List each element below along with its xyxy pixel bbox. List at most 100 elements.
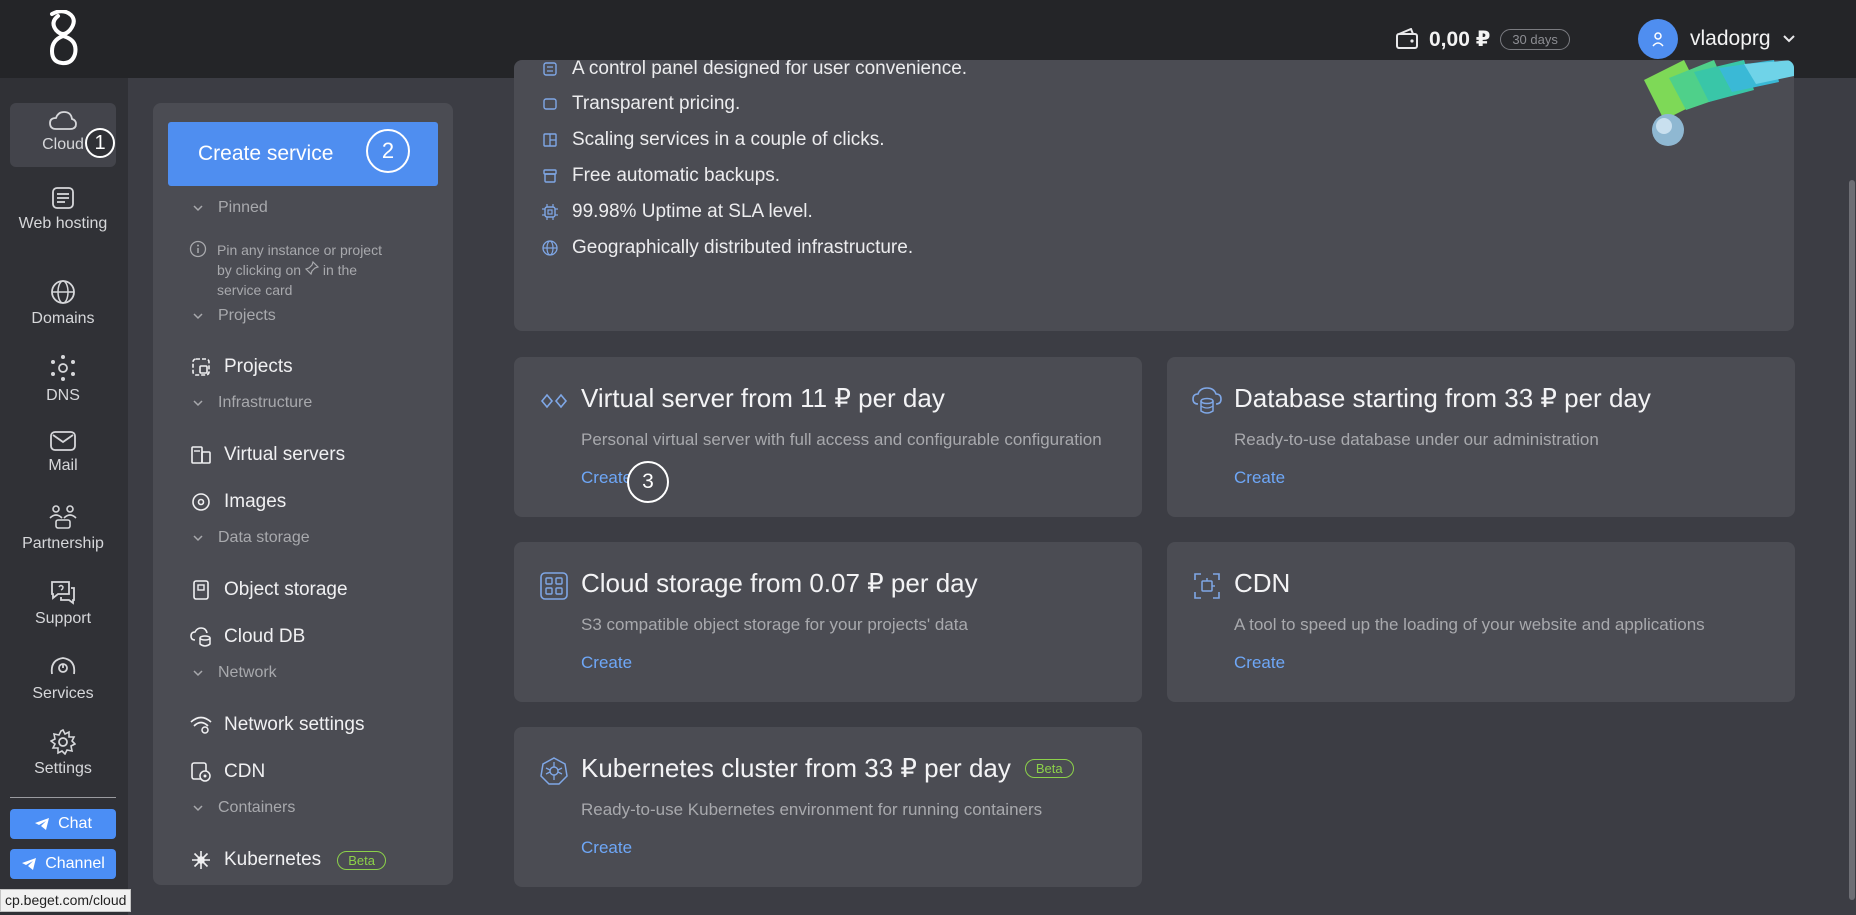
chevron-down-icon bbox=[1782, 35, 1795, 43]
menu-item-kubernetes[interactable]: Kubernetes Beta bbox=[190, 846, 386, 874]
telegram-icon bbox=[22, 858, 37, 870]
mail-icon bbox=[50, 431, 76, 451]
nav-item-partnership[interactable]: Partnership bbox=[10, 504, 116, 553]
card-virtual-server: Virtual server from 11 ₽ per day Persona… bbox=[514, 357, 1142, 517]
kubernetes-icon bbox=[192, 851, 210, 869]
card-description: S3 compatible object storage for your pr… bbox=[581, 615, 968, 634]
feature-item: 99.98% Uptime at SLA level. bbox=[542, 201, 813, 223]
menu-label: Network settings bbox=[224, 714, 365, 735]
nav-item-dns[interactable]: DNS bbox=[10, 354, 116, 405]
step-callout-3: 3 bbox=[627, 461, 669, 503]
partnership-icon bbox=[49, 505, 77, 529]
chat-label: Chat bbox=[58, 815, 92, 832]
nav-item-support[interactable]: Support bbox=[10, 579, 116, 628]
section-label: Infrastructure bbox=[218, 394, 313, 411]
projects-icon bbox=[192, 358, 210, 376]
chevron-down-icon bbox=[193, 804, 203, 811]
wallet-icon bbox=[1396, 28, 1418, 49]
infinity-icon bbox=[540, 393, 568, 409]
create-cdn-link[interactable]: Create bbox=[1234, 653, 1285, 673]
network-icon bbox=[190, 716, 212, 734]
support-icon bbox=[51, 581, 75, 605]
chip-icon bbox=[542, 204, 558, 220]
nav-item-domains[interactable]: Domains bbox=[10, 279, 116, 328]
card-description: Personal virtual server with full access… bbox=[581, 430, 1102, 449]
card-title: CDN bbox=[1234, 568, 1291, 598]
beta-badge: Beta bbox=[1024, 759, 1074, 778]
cdn-icon bbox=[191, 762, 211, 782]
nav-divider bbox=[10, 797, 116, 798]
card-title: Cloud storage from 0.07 ₽ per day bbox=[581, 568, 978, 598]
cloud-icon bbox=[49, 111, 77, 130]
balance-widget[interactable]: 0,00 ₽ 30 days bbox=[1395, 24, 1570, 54]
menu-label: Virtual servers bbox=[224, 444, 346, 465]
feature-text: 99.98% Uptime at SLA level. bbox=[572, 201, 813, 222]
menu-label: Object storage bbox=[224, 579, 348, 600]
chevron-down-icon bbox=[193, 312, 203, 319]
nav-label-web-hosting: Web hosting bbox=[18, 215, 108, 232]
wallet-icon bbox=[543, 98, 557, 110]
database-icon bbox=[1192, 387, 1222, 414]
card-database: Database starting from 33 ₽ per day Read… bbox=[1167, 357, 1795, 517]
channel-button[interactable]: Channel bbox=[10, 849, 116, 879]
nav-item-settings[interactable]: Settings bbox=[10, 729, 116, 778]
menu-item-cloud-db[interactable]: Cloud DB bbox=[190, 623, 305, 651]
create-vps-link[interactable]: Create bbox=[581, 468, 632, 488]
menu-item-object-storage[interactable]: Object storage bbox=[190, 576, 348, 604]
menu-item-cdn[interactable]: CDN bbox=[190, 758, 265, 786]
dns-icon bbox=[51, 355, 75, 381]
telegram-icon bbox=[35, 818, 50, 830]
storage-icon bbox=[193, 580, 209, 600]
section-label: Containers bbox=[218, 799, 296, 816]
chevron-down-icon bbox=[193, 204, 203, 211]
card-kubernetes: Kubernetes cluster from 33 ₽ per day Bet… bbox=[514, 727, 1142, 887]
nav-item-web-hosting[interactable]: Web hosting bbox=[10, 186, 116, 233]
cloud-db-icon bbox=[190, 627, 211, 647]
section-label: Data storage bbox=[218, 529, 310, 546]
nav-item-services[interactable]: Services bbox=[10, 654, 116, 703]
scrollbar-thumb[interactable] bbox=[1849, 180, 1855, 900]
feature-text: Geographically distributed infrastructur… bbox=[572, 237, 914, 258]
beta-badge: Beta bbox=[337, 850, 386, 870]
left-nav: Cloud Web hosting Domains DNS Mail Partn… bbox=[0, 78, 128, 915]
feature-item: Free automatic backups. bbox=[542, 165, 780, 187]
chevron-down-icon bbox=[193, 534, 203, 541]
user-menu[interactable]: vladoprg bbox=[1638, 18, 1795, 60]
web-hosting-icon bbox=[52, 187, 74, 209]
feature-item: Scaling services in a couple of clicks. bbox=[542, 129, 885, 151]
card-description: A tool to speed up the loading of your w… bbox=[1234, 615, 1705, 634]
create-db-link[interactable]: Create bbox=[1234, 468, 1285, 488]
section-label: Network bbox=[218, 664, 277, 681]
create-kubernetes-link[interactable]: Create bbox=[581, 838, 632, 858]
chat-button[interactable]: Chat bbox=[10, 809, 116, 839]
menu-item-projects[interactable]: Projects bbox=[190, 353, 293, 381]
menu-label: Images bbox=[224, 491, 287, 512]
nav-label-settings: Settings bbox=[34, 760, 92, 777]
beget-logo[interactable] bbox=[44, 10, 82, 68]
card-title: Kubernetes cluster from 33 ₽ per day bbox=[581, 753, 1011, 783]
globe-icon bbox=[51, 280, 75, 304]
pin-icon bbox=[304, 260, 320, 276]
menu-item-network-settings[interactable]: Network settings bbox=[190, 711, 364, 739]
server-icon bbox=[191, 446, 211, 464]
storage-grid-icon bbox=[540, 572, 568, 600]
status-url: cp.beget.com/cloud bbox=[0, 889, 132, 912]
info-icon bbox=[189, 240, 207, 258]
step-callout-2: 2 bbox=[366, 129, 410, 173]
kubernetes-icon bbox=[540, 757, 568, 785]
feature-text: Transparent pricing. bbox=[572, 93, 741, 114]
archive-icon bbox=[543, 169, 557, 183]
globe-icon bbox=[542, 240, 558, 256]
section-label: Pinned bbox=[218, 199, 268, 216]
create-storage-link[interactable]: Create bbox=[581, 653, 632, 673]
menu-item-images[interactable]: Images bbox=[190, 488, 286, 516]
create-service-label: Create service bbox=[198, 142, 334, 165]
menu-item-virtual-servers[interactable]: Virtual servers bbox=[190, 441, 345, 469]
menu-label: Kubernetes bbox=[224, 849, 322, 870]
section-label: Projects bbox=[218, 307, 276, 324]
feature-text: Free automatic backups. bbox=[572, 165, 781, 186]
menu-label: CDN bbox=[224, 761, 266, 782]
menu-label: Cloud DB bbox=[224, 626, 306, 647]
nav-label-mail: Mail bbox=[48, 457, 78, 474]
nav-item-mail[interactable]: Mail bbox=[10, 430, 116, 475]
